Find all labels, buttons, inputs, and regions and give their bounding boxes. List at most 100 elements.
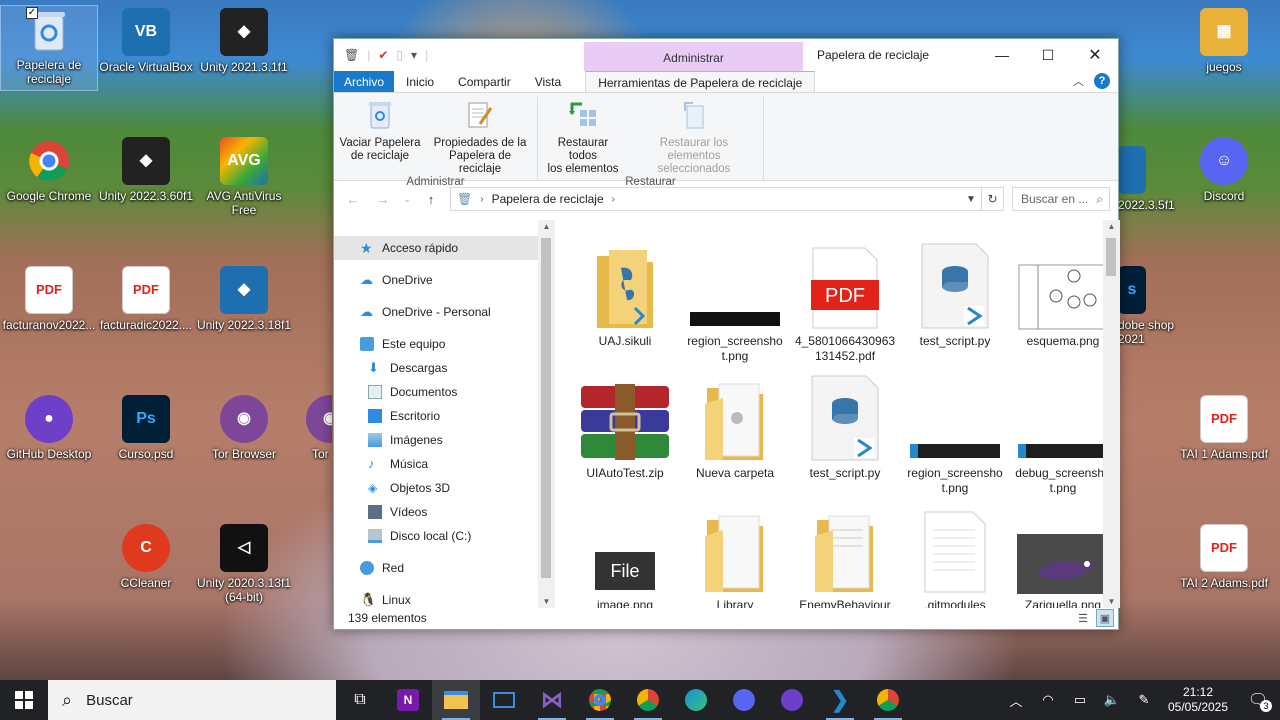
taskbar-edge[interactable] (672, 680, 720, 720)
restore-all-button[interactable]: Restaurar todos los elementos (538, 97, 628, 176)
path-chevron-icon[interactable]: › (612, 194, 615, 205)
file-item[interactable]: test_script.py (903, 234, 1007, 349)
scroll-down-icon[interactable]: ▼ (1103, 597, 1120, 606)
file-item[interactable]: UIAutoTest.zip (573, 366, 677, 481)
tab-inicio[interactable]: Inicio (394, 71, 446, 92)
nav-item-musica[interactable]: ♪ Música (334, 452, 538, 476)
taskbar-github-desktop[interactable] (768, 680, 816, 720)
scrollbar-thumb[interactable] (1106, 238, 1116, 276)
nav-pane-scrollbar[interactable]: ▲ ▼ (538, 220, 555, 608)
file-item[interactable]: File image.png (573, 498, 677, 608)
nav-item-objetos-3d[interactable]: ◈ Objetos 3D (334, 476, 538, 500)
pen-icon[interactable]: ✎ (1128, 692, 1160, 708)
address-dropdown-icon[interactable]: ▼ (961, 194, 981, 205)
desktop-icon-facturadic[interactable]: PDF facturadic2022.... (98, 266, 194, 332)
desktop-icon-unity-2022-5[interactable]: 2022.3.5f1 (1118, 146, 1178, 212)
maximize-button[interactable]: ☐ (1025, 39, 1071, 71)
collapse-ribbon-icon[interactable]: ︿ (1073, 73, 1084, 89)
refresh-button[interactable]: ↻ (982, 187, 1004, 211)
back-button[interactable]: ← (342, 192, 364, 207)
search-input[interactable]: Buscar en ... ⌕ (1012, 187, 1110, 211)
file-item[interactable]: EnemyBehaviour (793, 498, 897, 608)
desktop-icon-unity-2020[interactable]: ◁ Unity 2020.3.13f1 (64-bit) (196, 524, 292, 604)
select-checkbox[interactable]: ✓ (26, 7, 38, 19)
notification-center-button[interactable]: 🗨 3 (1236, 680, 1280, 720)
up-button[interactable]: ↑ (420, 192, 442, 207)
file-list-scrollbar[interactable]: ▲ ▼ (1103, 220, 1120, 608)
tab-compartir[interactable]: Compartir (446, 71, 523, 92)
taskbar-chrome-profile[interactable] (624, 680, 672, 720)
file-item[interactable]: test_script.py (793, 366, 897, 481)
minimize-button[interactable]: — (979, 39, 1025, 71)
desktop-icon-discord[interactable]: ☺ Discord (1176, 137, 1272, 203)
desktop-icon-unity-2022-60[interactable]: ◆ Unity 2022.3.60f1 (98, 137, 194, 203)
qat-dropdown-icon[interactable]: ▾ (411, 48, 417, 62)
file-item[interactable]: debug_screensho t.png (1011, 366, 1115, 496)
nav-item-onedrive[interactable]: ☁ OneDrive (334, 268, 538, 292)
desktop-icon-unity-2021[interactable]: ◆ Unity 2021.3.1f1 (196, 8, 292, 74)
scrollbar-thumb[interactable] (541, 238, 551, 578)
nav-item-red[interactable]: Red (334, 556, 538, 580)
scroll-up-icon[interactable]: ▲ (1103, 222, 1120, 231)
taskbar-onenote[interactable]: N (384, 680, 432, 720)
file-item[interactable]: Library (683, 498, 787, 608)
taskbar-visual-studio[interactable]: ⋈ (528, 680, 576, 720)
desktop-icon-curso-psd[interactable]: Ps Curso.psd (98, 395, 194, 461)
file-item[interactable]: Zariguella.png (1011, 498, 1115, 608)
taskbar-chrome-user[interactable] (864, 680, 912, 720)
file-item[interactable]: PDF 4_5801066430963 131452.pdf (793, 234, 897, 364)
file-item[interactable]: region_screensho t.png (903, 366, 1007, 496)
nav-item-descargas[interactable]: ⬇ Descargas (334, 356, 538, 380)
recent-locations-button[interactable]: ⌄ (402, 194, 412, 205)
taskbar-vscode[interactable]: ❯ (816, 680, 864, 720)
task-view-button[interactable]: ⧉ (336, 680, 384, 720)
restore-selected-button[interactable]: Restaurar los elementos seleccionados (628, 97, 760, 176)
help-icon[interactable]: ? (1094, 73, 1110, 89)
nav-item-documentos[interactable]: Documentos (334, 380, 538, 404)
large-icons-view-icon[interactable]: ▣ (1096, 609, 1114, 627)
taskbar-search[interactable]: ⌕ Buscar (48, 680, 336, 720)
desktop-icon-avg[interactable]: AVG AVG AntiVirus Free (196, 137, 292, 217)
desktop-icon-tor[interactable]: ◉ Tor (276, 395, 332, 461)
tab-vista[interactable]: Vista (523, 71, 573, 92)
breadcrumb-recycle-bin[interactable]: Papelera de reciclaje (492, 192, 604, 206)
show-hidden-icons-icon[interactable]: ︿ (1000, 691, 1032, 710)
desktop-icon-unity-2022-18[interactable]: ◆ Unity 2022.3.18f1 (196, 266, 292, 332)
desktop-icon-chrome[interactable]: Google Chrome (1, 137, 97, 203)
new-folder-icon[interactable]: ▯ (396, 48, 403, 62)
close-button[interactable]: ✕ (1072, 39, 1118, 71)
volume-icon[interactable]: 🔈 (1096, 692, 1128, 708)
file-item[interactable]: Nueva carpeta (683, 366, 787, 481)
file-item[interactable]: region_screensho t.png (683, 234, 787, 364)
taskbar-remote-desktop[interactable] (480, 680, 528, 720)
desktop-icon-github-desktop[interactable]: ● GitHub Desktop (1, 395, 97, 461)
nav-item-disco-local[interactable]: Disco local (C:) (334, 524, 538, 548)
tab-herramientas-papelera[interactable]: Herramientas de Papelera de reciclaje (585, 71, 816, 92)
scroll-up-icon[interactable]: ▲ (538, 222, 555, 231)
empty-recycle-bin-button[interactable]: Vaciar Papelera de reciclaje (334, 97, 426, 176)
properties-icon[interactable]: ✔ (378, 48, 388, 62)
recycle-bin-properties-button[interactable]: Propiedades de la Papelera de reciclaje (426, 97, 534, 176)
battery-icon[interactable]: ▭ (1064, 692, 1096, 708)
nav-item-este-equipo[interactable]: Este equipo (334, 332, 538, 356)
details-view-icon[interactable]: ☰ (1074, 609, 1092, 627)
nav-item-onedrive-personal[interactable]: ☁ OneDrive - Personal (334, 300, 538, 324)
desktop-icon-facturanov[interactable]: PDF facturanov2022... (1, 266, 97, 332)
desktop-icon-tai1[interactable]: PDF TAI 1 Adams.pdf (1176, 395, 1272, 461)
file-item[interactable]: esquema.png (1011, 234, 1115, 349)
wifi-icon[interactable]: ◠ (1032, 692, 1064, 708)
taskbar-file-explorer[interactable] (432, 680, 480, 720)
clock[interactable]: 21:12 05/05/2025 (1160, 685, 1236, 715)
file-item[interactable]: .gitmodules (903, 498, 1007, 608)
nav-item-linux[interactable]: 🐧 Linux (334, 588, 538, 608)
taskbar-discord[interactable] (720, 680, 768, 720)
desktop-icon-photoshop[interactable]: s dobe shop 2021 (1118, 266, 1178, 346)
forward-button[interactable]: → (372, 192, 394, 207)
desktop-icon-virtualbox[interactable]: VB Oracle VirtualBox (98, 8, 194, 74)
desktop-icon-recycle-bin[interactable]: Papelera de reciclaje (0, 5, 98, 91)
nav-item-escritorio[interactable]: Escritorio (334, 404, 538, 428)
start-button[interactable] (0, 680, 48, 720)
scroll-down-icon[interactable]: ▼ (538, 597, 555, 606)
nav-item-videos[interactable]: Vídeos (334, 500, 538, 524)
desktop-icon-ccleaner[interactable]: C CCleaner (98, 524, 194, 590)
